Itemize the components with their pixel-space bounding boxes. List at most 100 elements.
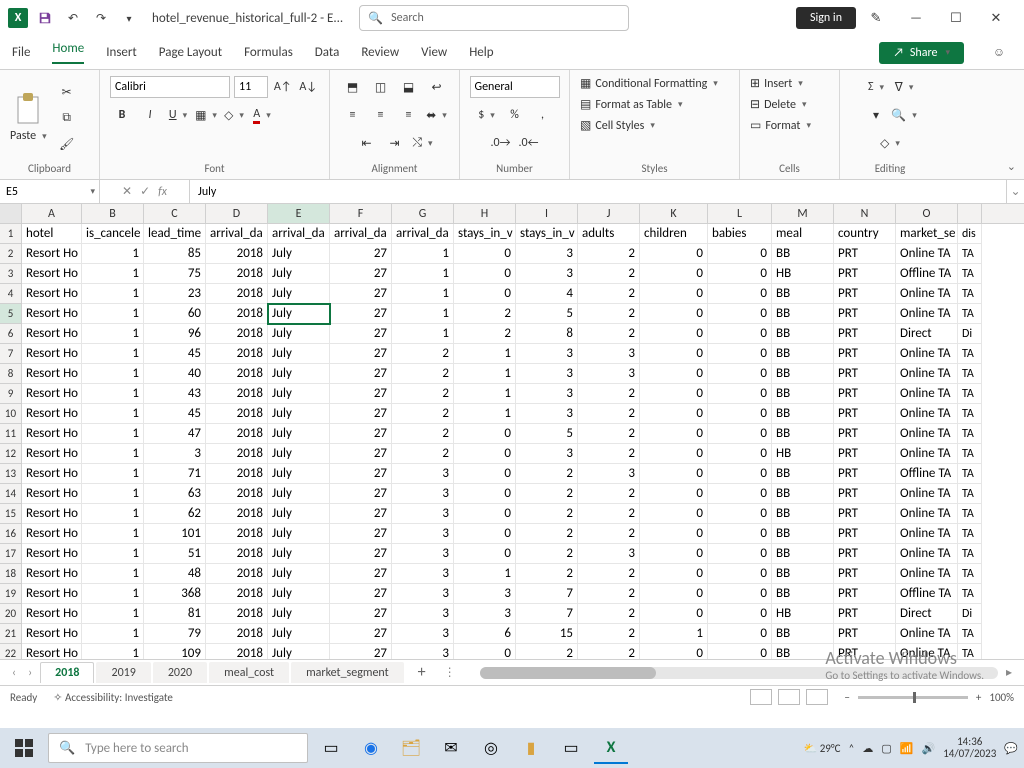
sheet-tab[interactable]: meal_cost	[209, 662, 289, 683]
cell[interactable]: 0	[640, 564, 708, 584]
sign-in-button[interactable]: Sign in	[796, 7, 856, 29]
cut-icon[interactable]: ✂	[55, 81, 79, 103]
cell[interactable]: HB	[772, 604, 834, 624]
cell[interactable]: Resort Ho	[22, 504, 82, 524]
cell[interactable]: 27	[330, 324, 392, 344]
pen-icon[interactable]: ✎	[856, 4, 896, 32]
cell[interactable]: July	[268, 384, 330, 404]
cell[interactable]: 0	[708, 324, 772, 344]
cell[interactable]: 1	[454, 364, 516, 384]
cell[interactable]: country	[834, 224, 896, 244]
cell[interactable]: 2018	[206, 584, 268, 604]
cell[interactable]: 48	[144, 564, 206, 584]
cell[interactable]: 2018	[206, 344, 268, 364]
cell[interactable]: 2	[392, 364, 454, 384]
cell[interactable]: 71	[144, 464, 206, 484]
italic-button[interactable]: I	[138, 104, 162, 126]
increase-font-icon[interactable]: A↑	[272, 76, 294, 98]
cell[interactable]: 63	[144, 484, 206, 504]
cell[interactable]: stays_in_v	[516, 224, 578, 244]
underline-button[interactable]: U▾	[166, 104, 190, 126]
fx-icon[interactable]: fx	[158, 185, 167, 199]
cell[interactable]: Online TA	[896, 444, 958, 464]
cell[interactable]: 2	[392, 404, 454, 424]
cell[interactable]: 96	[144, 324, 206, 344]
cell[interactable]: TA	[958, 464, 982, 484]
wifi-icon[interactable]: 📶	[900, 742, 914, 755]
zoom-in-button[interactable]: +	[976, 691, 981, 704]
cell[interactable]: 0	[454, 644, 516, 660]
cell[interactable]: 1	[392, 304, 454, 324]
cell[interactable]: 7	[516, 604, 578, 624]
cell[interactable]: 1	[82, 324, 144, 344]
cell[interactable]: BB	[772, 244, 834, 264]
cell[interactable]: 0	[640, 484, 708, 504]
cell[interactable]: July	[268, 584, 330, 604]
cell[interactable]: 0	[708, 444, 772, 464]
search-box[interactable]: 🔍 Search	[359, 5, 629, 31]
cell[interactable]: 3	[578, 464, 640, 484]
cell[interactable]: 0	[640, 544, 708, 564]
cell[interactable]: PRT	[834, 544, 896, 564]
cell[interactable]: 3	[392, 544, 454, 564]
row-header[interactable]: 13	[0, 464, 22, 484]
column-header[interactable]: B	[82, 204, 144, 223]
view-normal-icon[interactable]	[750, 689, 772, 705]
cell[interactable]: 2	[578, 624, 640, 644]
cell[interactable]: 2	[578, 484, 640, 504]
cell[interactable]: Offline TA	[896, 464, 958, 484]
cell[interactable]: July	[268, 524, 330, 544]
cell[interactable]: 3	[392, 484, 454, 504]
cell[interactable]: Resort Ho	[22, 464, 82, 484]
cell[interactable]: 101	[144, 524, 206, 544]
select-all-button[interactable]	[0, 204, 22, 223]
cell[interactable]: 0	[454, 524, 516, 544]
cell[interactable]: 0	[708, 244, 772, 264]
cell[interactable]: July	[268, 604, 330, 624]
cell[interactable]: July	[268, 284, 330, 304]
cell[interactable]: July	[268, 644, 330, 660]
cell[interactable]: 3	[392, 504, 454, 524]
column-header[interactable]: M	[772, 204, 834, 223]
cell[interactable]: 1	[392, 284, 454, 304]
cell[interactable]: 23	[144, 284, 206, 304]
tray-chevron-icon[interactable]: ˄	[848, 742, 854, 755]
cell[interactable]: Resort Ho	[22, 244, 82, 264]
cell[interactable]: BB	[772, 464, 834, 484]
sheet-tab[interactable]: 2020	[153, 662, 207, 683]
excel-taskbar-icon[interactable]: X	[594, 732, 628, 764]
row-header[interactable]: 8	[0, 364, 22, 384]
cell[interactable]: TA	[958, 624, 982, 644]
cell[interactable]: TA	[958, 264, 982, 284]
cell[interactable]: Resort Ho	[22, 304, 82, 324]
cell[interactable]: PRT	[834, 464, 896, 484]
row-header[interactable]: 15	[0, 504, 22, 524]
sheet-nav-next[interactable]: ›	[24, 666, 36, 680]
cell[interactable]: 368	[144, 584, 206, 604]
cell[interactable]: 3	[144, 444, 206, 464]
cell[interactable]: Resort Ho	[22, 284, 82, 304]
cell[interactable]: 27	[330, 564, 392, 584]
cell[interactable]: TA	[958, 524, 982, 544]
cell[interactable]: HB	[772, 444, 834, 464]
cell[interactable]: 43	[144, 384, 206, 404]
cell[interactable]: 2	[578, 584, 640, 604]
cell[interactable]: 2	[578, 304, 640, 324]
format-painter-icon[interactable]: 🖌	[55, 133, 79, 155]
delete-cells-button[interactable]: ⊟ Delete▾	[750, 97, 806, 112]
cell[interactable]: PRT	[834, 524, 896, 544]
cell[interactable]: arrival_da	[330, 224, 392, 244]
cell[interactable]: Online TA	[896, 504, 958, 524]
cell[interactable]: July	[268, 564, 330, 584]
cell[interactable]: BB	[772, 544, 834, 564]
cell[interactable]: July	[268, 404, 330, 424]
cell[interactable]: BB	[772, 384, 834, 404]
enter-formula-icon[interactable]: ✓	[140, 184, 150, 199]
cell[interactable]: 27	[330, 624, 392, 644]
column-header[interactable]: A	[22, 204, 82, 223]
cell[interactable]: 3	[516, 264, 578, 284]
cell[interactable]: BB	[772, 344, 834, 364]
cell[interactable]: TA	[958, 304, 982, 324]
cell[interactable]: 2	[578, 524, 640, 544]
menu-help[interactable]: Help	[469, 45, 493, 60]
